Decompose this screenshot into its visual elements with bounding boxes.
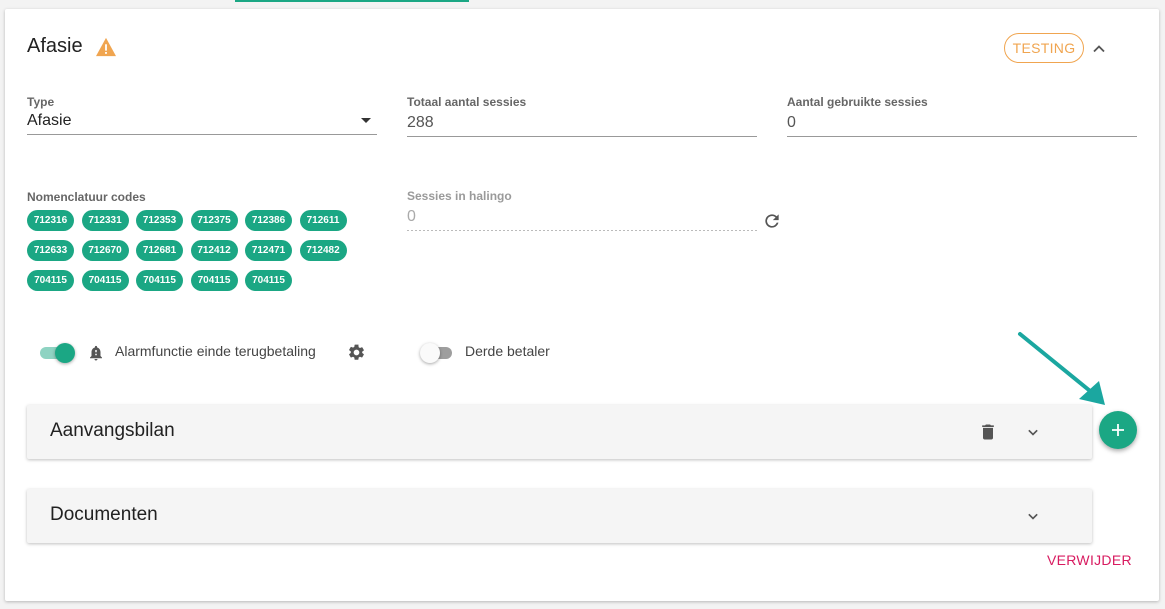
nomenclature-section: Nomenclatuur codes bbox=[27, 190, 227, 204]
code-chip: 712633 bbox=[27, 240, 74, 261]
plus-icon bbox=[1112, 424, 1124, 436]
card-header: Afasie bbox=[27, 35, 117, 58]
chevron-up-icon[interactable] bbox=[1089, 39, 1109, 59]
code-chip: 712681 bbox=[136, 240, 183, 261]
total-sessions-field[interactable]: Totaal aantal sessies 288 bbox=[407, 95, 757, 137]
code-chip-list: 712316 712331 712353 712375 712386 712611 712… bbox=[27, 210, 367, 300]
gear-icon[interactable] bbox=[347, 343, 366, 362]
total-sessions-value: 288 bbox=[407, 114, 434, 131]
used-sessions-label: Aantal gebruikte sessies bbox=[787, 95, 928, 109]
status-badge: TESTING bbox=[1004, 33, 1084, 63]
code-chip: 704115 bbox=[136, 270, 183, 291]
bell-icon bbox=[90, 345, 102, 361]
dropdown-arrow-icon bbox=[361, 118, 371, 123]
third-party-toggle-label: Derde betaler bbox=[465, 343, 550, 359]
total-sessions-label: Totaal aantal sessies bbox=[407, 95, 527, 109]
refresh-icon[interactable] bbox=[762, 211, 782, 231]
documenten-title: Documenten bbox=[50, 504, 158, 525]
halingo-sessions-field[interactable]: Sessies in halingo 0 bbox=[407, 189, 757, 231]
add-button[interactable] bbox=[1099, 411, 1137, 449]
code-chip: 712375 bbox=[190, 210, 238, 231]
active-tab-indicator bbox=[235, 0, 469, 2]
trash-icon[interactable] bbox=[978, 421, 998, 443]
code-chip: 712331 bbox=[81, 210, 129, 231]
code-chip: 712412 bbox=[190, 240, 238, 261]
type-select[interactable]: Type Afasie bbox=[27, 95, 377, 135]
therapy-card: Afasie TESTING Type Afasie Totaal aantal… bbox=[5, 9, 1159, 601]
annotation-arrow-icon bbox=[1018, 332, 1105, 405]
type-label: Type bbox=[27, 95, 55, 109]
code-chip: 712482 bbox=[299, 240, 347, 261]
documenten-panel[interactable]: Documenten bbox=[27, 489, 1092, 543]
code-chip: 704115 bbox=[27, 270, 74, 291]
alarm-toggle-label: Alarmfunctie einde terugbetaling bbox=[115, 343, 316, 359]
alarm-toggle[interactable] bbox=[40, 343, 75, 363]
code-chip: 704115 bbox=[190, 270, 238, 291]
aanvangsbilan-panel[interactable]: Aanvangsbilan bbox=[27, 405, 1092, 459]
code-chip: 704115 bbox=[81, 270, 129, 291]
delete-button[interactable]: VERWIJDER bbox=[1047, 552, 1132, 568]
code-chip: 704115 bbox=[245, 270, 292, 291]
code-chip: 712611 bbox=[299, 210, 347, 231]
aanvangsbilan-title: Aanvangsbilan bbox=[50, 420, 175, 441]
card-title: Afasie bbox=[27, 35, 83, 57]
code-chip: 712670 bbox=[81, 240, 129, 261]
code-chip: 712316 bbox=[27, 210, 74, 231]
halingo-sessions-value: 0 bbox=[407, 208, 416, 225]
halingo-sessions-label: Sessies in halingo bbox=[407, 189, 512, 203]
used-sessions-field[interactable]: Aantal gebruikte sessies 0 bbox=[787, 95, 1137, 137]
code-chip: 712471 bbox=[245, 240, 292, 261]
nomenclature-label: Nomenclatuur codes bbox=[27, 190, 146, 204]
used-sessions-value: 0 bbox=[787, 114, 796, 131]
third-party-toggle[interactable] bbox=[420, 343, 456, 363]
code-chip: 712353 bbox=[136, 210, 183, 231]
chevron-down-icon[interactable] bbox=[1023, 422, 1043, 442]
type-value: Afasie bbox=[27, 112, 72, 129]
chevron-down-icon[interactable] bbox=[1023, 506, 1043, 526]
warning-icon bbox=[95, 37, 116, 56]
code-chip: 712386 bbox=[245, 210, 292, 231]
